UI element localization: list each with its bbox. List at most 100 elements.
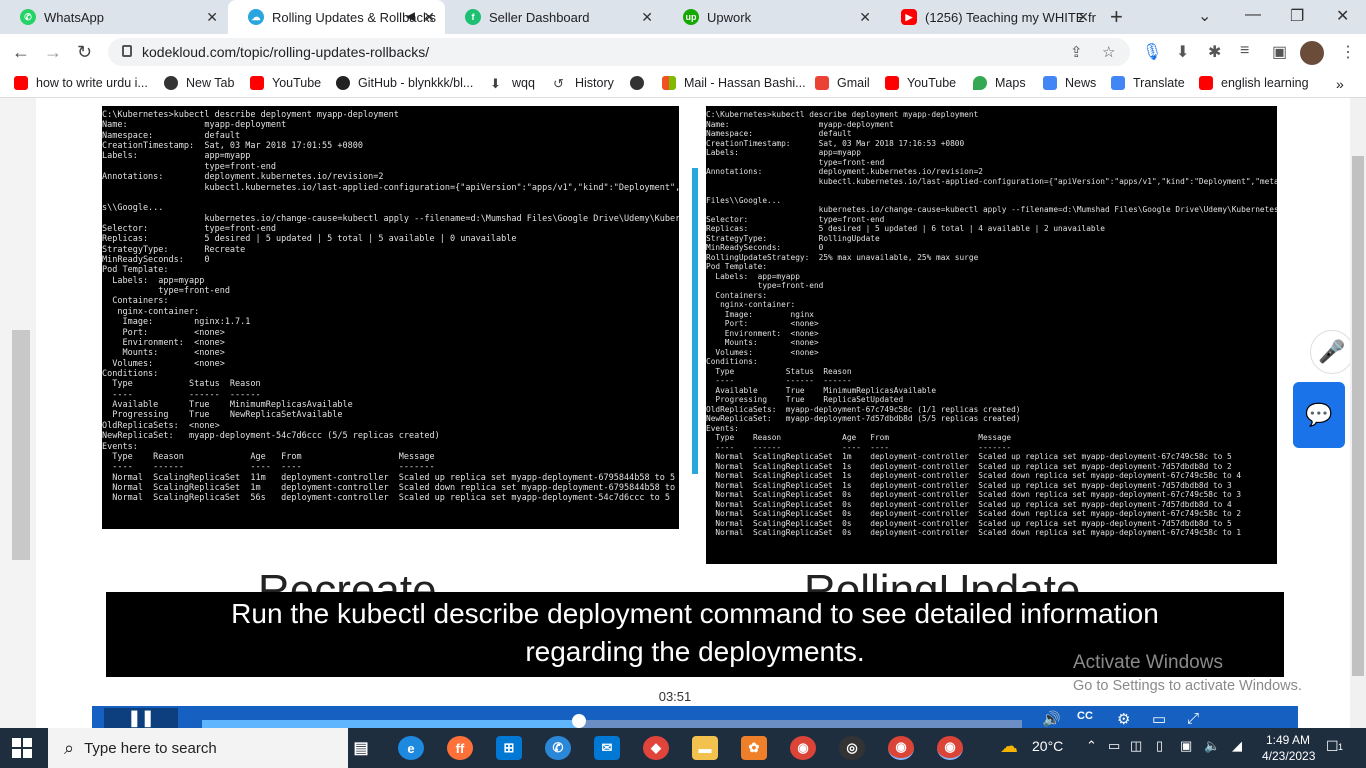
settings-gear-icon[interactable]: ⚙ [1117,710,1130,728]
bookmark-item[interactable]: Gmail [815,76,870,90]
task-view-icon[interactable]: ▤ [348,736,374,760]
bookmark-item[interactable]: Mail - Hassan Bashi... [662,76,806,90]
address-bar[interactable]: kodekloud.com/topic/rolling-updates-roll… [108,38,1130,66]
bookmark-item[interactable]: YouTube [250,76,321,90]
bookmark-item[interactable]: ⬇ wqq [490,76,535,91]
new-tab-icon[interactable]: + [1110,4,1123,30]
window-close-icon[interactable]: ✕ [1336,6,1349,26]
windows-taskbar: ⌕ Type here to search ▤ e ff ⊞ ✆ ✉ ◆ ▬ ✿… [0,728,1366,768]
tab-whatsapp[interactable]: ✆ WhatsApp ✕ [0,0,228,34]
chrome-profile-h-icon[interactable]: ◉ [937,736,963,760]
phone-icon[interactable]: ✆ [545,736,571,760]
battery-icon[interactable]: ▯ [1156,738,1163,754]
close-icon[interactable]: ✕ [1077,9,1089,26]
voice-assistant-button[interactable]: 🎤 [1310,330,1354,374]
voice-search-icon[interactable]: 🎙 [1142,42,1162,62]
notification-icon[interactable]: ☐ [1326,738,1339,755]
youtube-icon [14,76,28,90]
bookmark-item[interactable]: YouTube [885,76,956,90]
picture-in-picture-icon[interactable]: ▭ [1152,710,1166,728]
speaker-mute-icon[interactable]: ◀ [406,9,415,23]
minimize-icon[interactable]: — [1245,6,1261,24]
file-explorer-icon[interactable]: ▬ [692,736,718,760]
bookmark-label: Maps [995,76,1026,90]
weather-temp[interactable]: 20°C [1032,738,1063,754]
bookmark-item[interactable] [630,76,652,90]
lock-icon [122,45,132,57]
bookmark-item[interactable]: New Tab [164,76,234,90]
back-icon[interactable]: ← [12,42,30,63]
bookmark-item[interactable]: how to write urdu i... [14,76,148,90]
firefox-icon[interactable]: ff [447,736,473,760]
obs-icon[interactable]: ◎ [839,736,865,760]
wifi-icon[interactable]: ◢ [1232,738,1242,754]
clock-time: 1:49 AM [1265,733,1311,747]
tab-rolling-updates[interactable]: ☁ Rolling Updates & Rollbacks ◀ ✕ [228,0,445,34]
mail-icon[interactable]: ✉ [594,736,620,760]
forward-icon[interactable]: → [44,42,62,63]
history-icon: ↺ [553,76,564,91]
tab-search-icon[interactable]: ⌄ [1198,6,1211,26]
tab-youtube[interactable]: ▶ (1256) Teaching my WHITE fr ✕ [881,0,1099,34]
download-extension-icon[interactable]: ⬇ [1176,42,1189,62]
settings-app-icon[interactable]: ✿ [741,736,767,760]
side-panel-icon[interactable]: ▣ [1272,42,1287,62]
fullscreen-icon[interactable]: ⤢ [1187,710,1199,727]
system-clock[interactable]: 1:49 AM 4/23/2023 [1262,732,1315,764]
reload-icon[interactable]: ↻ [77,42,92,63]
share-icon[interactable]: ⇪ [1070,43,1083,61]
search-placeholder: Type here to search [84,739,217,757]
network-icon[interactable]: ▭ [1108,738,1120,754]
taskbar-search[interactable]: ⌕ Type here to search [48,728,348,768]
extensions-icon[interactable]: ✱ [1208,42,1221,62]
page-scrollbar[interactable] [1350,98,1366,728]
bookmark-star-icon[interactable]: ☆ [1102,43,1115,61]
scroll-thumb[interactable] [1352,156,1364,676]
bookmark-item[interactable]: Maps [973,76,1026,90]
close-icon[interactable]: ✕ [641,9,653,26]
volume-tray-icon[interactable]: 🔈 [1204,738,1220,754]
more-bookmarks-icon[interactable]: » [1336,76,1344,92]
tab-title: (1256) Teaching my WHITE fr [925,9,1096,25]
close-icon[interactable]: ✕ [423,9,435,26]
close-icon[interactable]: ✕ [206,9,218,26]
bookmark-label: Gmail [837,76,870,90]
chat-button[interactable]: 💬 [1293,382,1345,448]
display-icon[interactable]: ▣ [1180,738,1192,754]
tab-title: Rolling Updates & Rollbacks [272,9,437,25]
tab-seller-dashboard[interactable]: f Seller Dashboard ✕ [445,0,663,34]
windows-start-icon[interactable] [12,738,32,758]
tab-upwork[interactable]: up Upwork ✕ [663,0,881,34]
store-icon[interactable]: ⊞ [496,736,522,760]
app-icon[interactable]: ◆ [643,736,669,760]
search-icon: ⌕ [64,737,75,758]
volume-icon[interactable]: 🔊 [1042,710,1061,728]
bookmark-item[interactable]: ↺ History [553,76,614,91]
bookmark-label: GitHub - blynkkk/bl... [358,76,474,90]
bookmark-item[interactable]: GitHub - blynkkk/bl... [336,76,473,90]
restore-icon[interactable]: ❐ [1290,6,1304,26]
close-icon[interactable]: ✕ [859,9,871,26]
bookmark-item[interactable]: News [1043,76,1096,90]
tab-title: Seller Dashboard [489,9,590,25]
meet-icon[interactable]: ◫ [1130,738,1142,754]
menu-icon[interactable]: ⋮ [1340,42,1356,62]
chevron-up-icon[interactable]: ⌃ [1086,738,1097,754]
bookmarks-bar: how to write urdu i... New Tab YouTube G… [0,70,1366,98]
captions-icon[interactable]: CC [1077,710,1093,722]
edge-icon[interactable]: e [398,736,424,760]
microsoft-icon [662,76,676,90]
bookmark-item[interactable]: english learning [1199,76,1309,90]
url-text[interactable]: kodekloud.com/topic/rolling-updates-roll… [142,44,429,60]
chrome-profile-icon[interactable]: ◉ [888,736,914,760]
reading-list-icon[interactable]: ≡ [1240,42,1249,60]
caption-line: Run the kubectl describe deployment comm… [231,598,1159,629]
bookmark-item[interactable]: Translate [1111,76,1185,90]
weather-icon[interactable]: ☁ [1000,736,1018,757]
bookmark-label: Translate [1133,76,1185,90]
chat-bubble-icon: 💬 [1305,402,1333,427]
pause-button[interactable]: ❚❚ [104,708,178,728]
sidebar-scroll-thumb[interactable] [12,330,30,560]
avatar[interactable] [1300,41,1324,65]
chrome-icon[interactable]: ◉ [790,736,816,760]
